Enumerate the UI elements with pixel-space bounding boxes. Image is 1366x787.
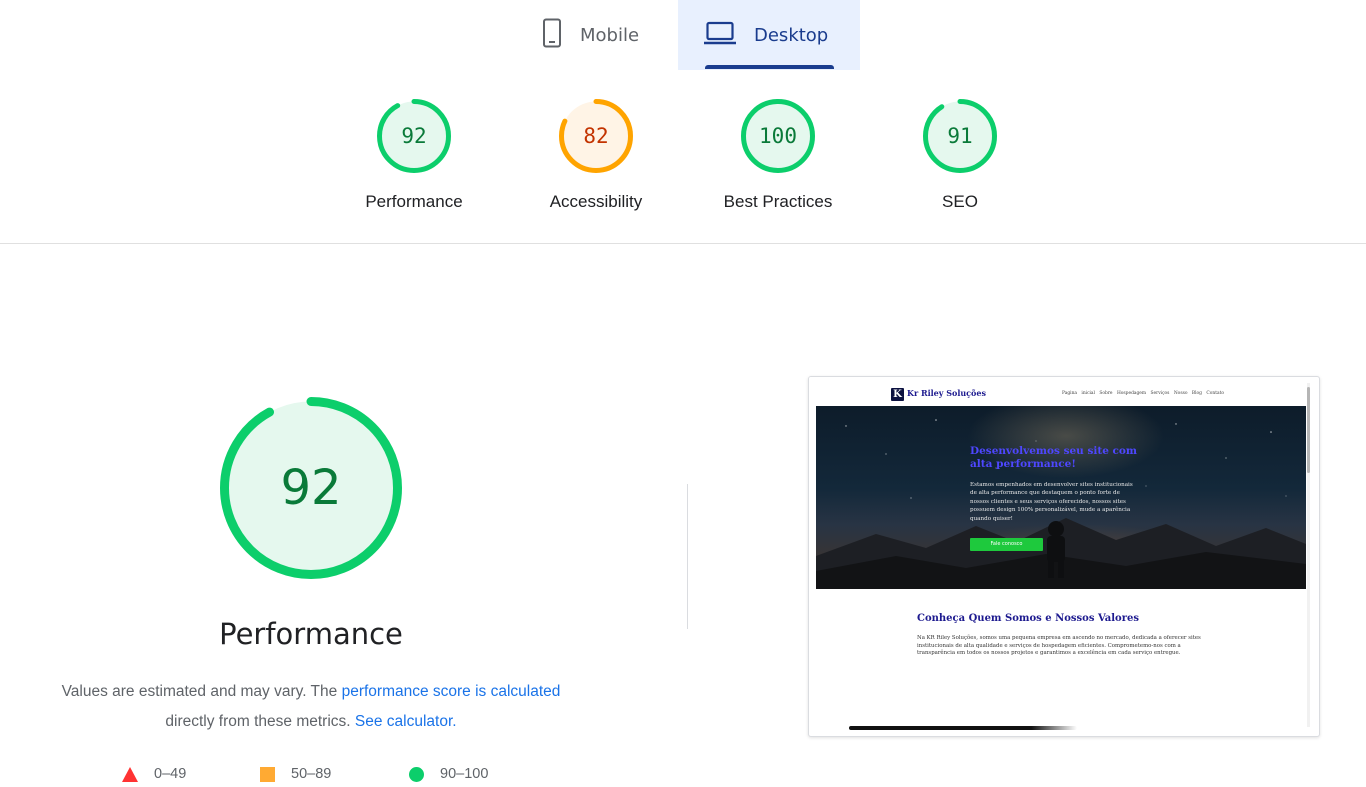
- gauge-seo[interactable]: 91 SEO: [885, 98, 1035, 212]
- score-calculated-link[interactable]: performance score is calculated: [342, 683, 561, 700]
- gauge-label: Accessibility: [549, 192, 643, 211]
- triangle-icon: [122, 766, 138, 782]
- gauge-performance[interactable]: 92 Performance: [339, 98, 489, 212]
- site-navbar: K Kr Riley Soluções Pagina inicial Sobre…: [809, 377, 1307, 407]
- gauge-ring: 100: [740, 98, 816, 174]
- about-title: Conheça Quem Somos e Nossos Valores: [917, 613, 1139, 624]
- site-nav-link: Hospedagem: [1116, 391, 1147, 396]
- legend-fail: 0–49: [122, 766, 186, 782]
- gauge-score: 92: [401, 124, 427, 148]
- gauge-label: Best Practices: [723, 192, 833, 211]
- gauge-label: SEO: [942, 192, 978, 211]
- gauge-best-practices[interactable]: 100 Best Practices: [703, 98, 853, 212]
- gauge-score: 82: [583, 124, 609, 148]
- description-text: Values are estimated and may vary. The: [61, 683, 342, 700]
- site-nav-link: Serviços: [1150, 391, 1170, 396]
- hero-title: Desenvolvemos seu site com alta performa…: [970, 445, 1138, 470]
- hero-contact-button: Fale conosco: [970, 538, 1043, 551]
- legend-range: 90–100: [440, 766, 489, 782]
- about-divider: [849, 726, 1077, 730]
- site-hero: Desenvolvemos seu site com alta performa…: [816, 406, 1306, 589]
- about-text: Na KR Riley Soluções, somos uma pequena …: [917, 635, 1201, 657]
- tab-selected-indicator: [705, 65, 834, 69]
- performance-big-score: 92: [280, 460, 342, 516]
- screenshot-scrollbar-thumb: [1307, 387, 1310, 473]
- legend-average: 50–89: [260, 766, 331, 782]
- vertical-divider: [687, 484, 688, 629]
- phone-icon: [542, 18, 562, 53]
- section-divider: [0, 243, 1366, 244]
- tab-mobile[interactable]: Mobile: [528, 0, 676, 70]
- square-icon: [260, 766, 275, 782]
- gauge-score: 100: [759, 124, 797, 148]
- site-brand: Kr Riley Soluções: [907, 388, 986, 398]
- gauge-label: Performance: [365, 192, 463, 211]
- performance-description: Values are estimated and may vary. The p…: [0, 677, 622, 737]
- gauge-accessibility[interactable]: 82 Accessibility: [521, 98, 671, 212]
- site-nav-links: Pagina inicial Sobre Hospedagem Serviços…: [1062, 391, 1224, 396]
- site-nav-link: Contato: [1206, 391, 1224, 396]
- gauge-ring: 82: [558, 98, 634, 174]
- legend-range: 0–49: [154, 766, 187, 782]
- gauge-score: 91: [947, 124, 973, 148]
- hero-text: Estamos empenhados em desenvolver sites …: [970, 482, 1133, 522]
- tab-desktop-label: Desktop: [754, 24, 829, 46]
- performance-title: Performance: [219, 617, 403, 651]
- site-logo: K: [891, 388, 904, 401]
- site-nav-link: Sobre: [1099, 391, 1113, 396]
- gauge-ring: 92: [376, 98, 452, 174]
- description-text: directly from these metrics.: [165, 713, 355, 730]
- tab-desktop[interactable]: Desktop: [678, 0, 860, 70]
- tab-mobile-label: Mobile: [580, 24, 640, 46]
- laptop-icon: [704, 21, 736, 50]
- circle-icon: [409, 766, 424, 782]
- site-nav-link: Nosso Blog: [1173, 391, 1202, 396]
- legend-range: 50–89: [291, 766, 332, 782]
- legend-pass: 90–100: [409, 766, 488, 782]
- final-screenshot[interactable]: K Kr Riley Soluções Pagina inicial Sobre…: [808, 376, 1320, 737]
- site-nav-link: Pagina inicial: [1062, 391, 1095, 396]
- see-calculator-link[interactable]: See calculator.: [355, 713, 457, 730]
- gauge-ring: 91: [922, 98, 998, 174]
